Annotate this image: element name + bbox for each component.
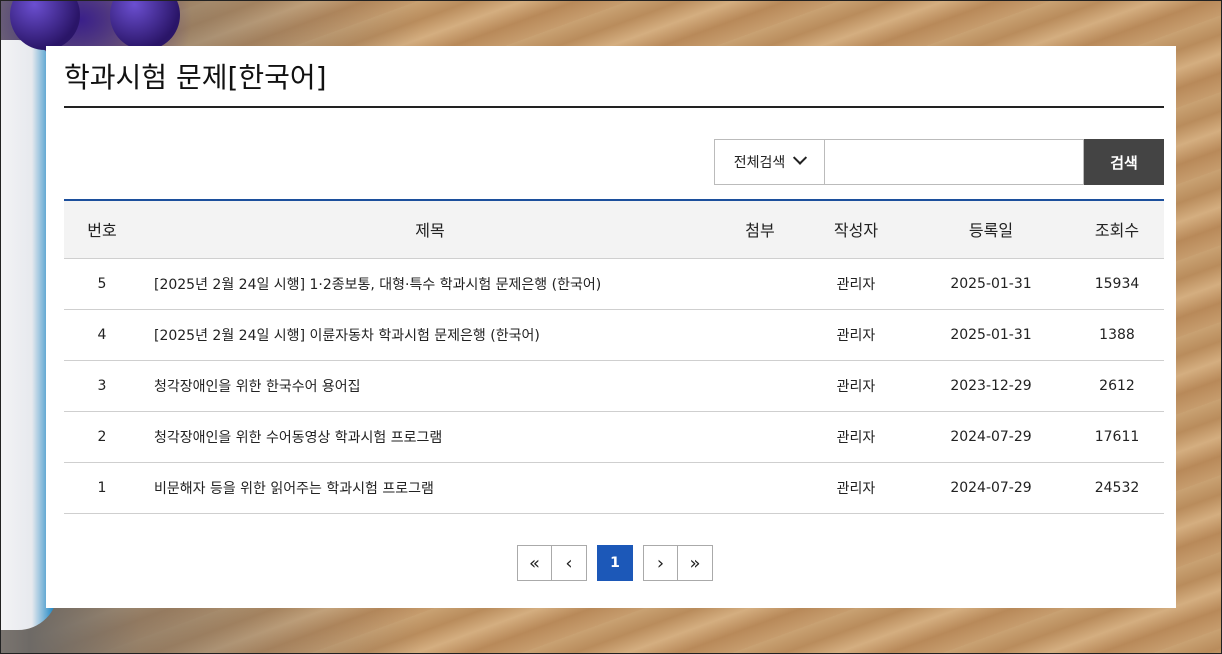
row-attachment bbox=[720, 309, 800, 361]
header-date: 등록일 bbox=[912, 200, 1070, 259]
header-attachment: 첨부 bbox=[720, 200, 800, 259]
page-number-current[interactable]: 1 bbox=[597, 545, 633, 581]
row-title-link[interactable]: [2025년 2월 24일 시행] 1·2종보통, 대형·특수 학과시험 문제은… bbox=[140, 258, 720, 310]
search-scope-select[interactable]: 전체검색 bbox=[714, 139, 824, 185]
page-title: 학과시험 문제[한국어] bbox=[64, 61, 327, 94]
search-button[interactable]: 검색 bbox=[1084, 139, 1164, 185]
row-no: 5 bbox=[64, 258, 140, 310]
row-attachment bbox=[720, 258, 800, 310]
header-no: 번호 bbox=[64, 200, 140, 259]
row-views: 17611 bbox=[1070, 411, 1164, 463]
row-attachment bbox=[720, 411, 800, 463]
row-date: 2025-01-31 bbox=[912, 309, 1070, 361]
pagination: « ‹ 1 › » bbox=[517, 545, 713, 581]
row-no: 1 bbox=[64, 462, 140, 514]
row-title-link[interactable]: 청각장애인을 위한 한국수어 용어집 bbox=[140, 360, 720, 412]
content-panel: 학과시험 문제[한국어] 전체검색 검색 번호 제목 첨부 작성자 등록일 조회… bbox=[46, 46, 1176, 608]
table-row: 4 [2025년 2월 24일 시행] 이륜자동차 학과시험 문제은행 (한국어… bbox=[64, 309, 1164, 361]
row-no: 3 bbox=[64, 360, 140, 412]
row-author: 관리자 bbox=[800, 411, 912, 463]
chevron-left-icon: ‹ bbox=[565, 552, 573, 574]
search-input[interactable] bbox=[824, 139, 1084, 185]
row-title-link[interactable]: [2025년 2월 24일 시행] 이륜자동차 학과시험 문제은행 (한국어) bbox=[140, 309, 720, 361]
row-views: 15934 bbox=[1070, 258, 1164, 310]
row-views: 1388 bbox=[1070, 309, 1164, 361]
row-date: 2024-07-29 bbox=[912, 411, 1070, 463]
row-date: 2023-12-29 bbox=[912, 360, 1070, 412]
row-title-link[interactable]: 청각장애인을 위한 수어동영상 학과시험 프로그램 bbox=[140, 411, 720, 463]
row-author: 관리자 bbox=[800, 309, 912, 361]
header-views: 조회수 bbox=[1070, 200, 1164, 259]
row-attachment bbox=[720, 462, 800, 514]
prev-page-button[interactable]: ‹ bbox=[552, 545, 587, 581]
row-date: 2024-07-29 bbox=[912, 462, 1070, 514]
row-author: 관리자 bbox=[800, 258, 912, 310]
row-title-link[interactable]: 비문해자 등을 위한 읽어주는 학과시험 프로그램 bbox=[140, 462, 720, 514]
title-divider bbox=[64, 106, 1164, 108]
double-chevron-right-icon: » bbox=[689, 552, 701, 574]
table-row: 1 비문해자 등을 위한 읽어주는 학과시험 프로그램 관리자 2024-07-… bbox=[64, 462, 1164, 514]
row-attachment bbox=[720, 360, 800, 412]
search-scope-label: 전체검색 bbox=[733, 155, 786, 171]
chevron-right-icon: › bbox=[656, 552, 665, 574]
table-header-row: 번호 제목 첨부 작성자 등록일 조회수 bbox=[64, 200, 1164, 259]
next-page-button[interactable]: › bbox=[643, 545, 678, 581]
chevron-down-icon bbox=[793, 150, 808, 165]
header-title: 제목 bbox=[140, 200, 720, 259]
row-date: 2025-01-31 bbox=[912, 258, 1070, 310]
row-no: 4 bbox=[64, 309, 140, 361]
row-views: 24532 bbox=[1070, 462, 1164, 514]
search-bar: 전체검색 검색 bbox=[714, 139, 1164, 185]
table-row: 2 청각장애인을 위한 수어동영상 학과시험 프로그램 관리자 2024-07-… bbox=[64, 411, 1164, 463]
first-page-button[interactable]: « bbox=[517, 545, 552, 581]
row-author: 관리자 bbox=[800, 360, 912, 412]
double-chevron-left-icon: « bbox=[528, 552, 540, 574]
header-author: 작성자 bbox=[800, 200, 912, 259]
board-table: 번호 제목 첨부 작성자 등록일 조회수 5 [2025년 2월 24일 시행]… bbox=[64, 199, 1164, 514]
row-no: 2 bbox=[64, 411, 140, 463]
table-row: 5 [2025년 2월 24일 시행] 1·2종보통, 대형·특수 학과시험 문… bbox=[64, 258, 1164, 310]
row-author: 관리자 bbox=[800, 462, 912, 514]
row-views: 2612 bbox=[1070, 360, 1164, 412]
last-page-button[interactable]: » bbox=[678, 545, 713, 581]
table-row: 3 청각장애인을 위한 한국수어 용어집 관리자 2023-12-29 2612 bbox=[64, 360, 1164, 412]
